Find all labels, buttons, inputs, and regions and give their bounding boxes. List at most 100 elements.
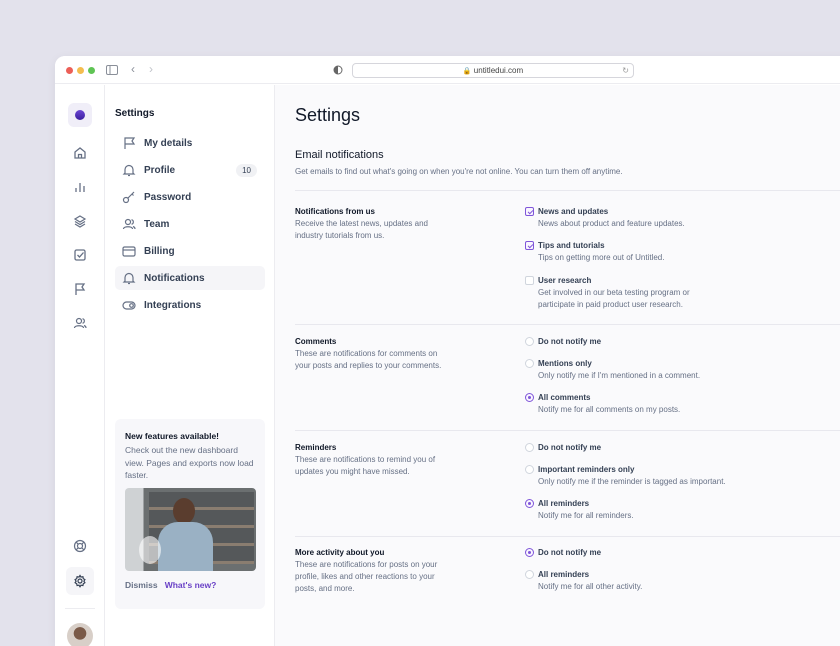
logo[interactable] — [68, 103, 92, 127]
radio[interactable] — [525, 393, 534, 402]
url-text: untitledui.com — [473, 66, 524, 75]
option-mentions-only[interactable]: Mentions only Only notify me if I'm menti… — [525, 359, 785, 382]
option-all-reminders[interactable]: All reminders Notify me for all reminders… — [525, 499, 785, 522]
option-label: News and updates — [538, 207, 609, 216]
option-label: Important reminders only — [538, 465, 635, 474]
bar-chart-icon[interactable] — [68, 175, 92, 199]
dismiss-button[interactable]: Dismiss — [125, 580, 158, 590]
option-label: All reminders — [538, 499, 590, 508]
layers-icon[interactable] — [68, 209, 92, 233]
nav-item-password[interactable]: Password — [115, 185, 265, 209]
flag-icon[interactable] — [68, 277, 92, 301]
option-user-research[interactable]: User research Get involved in our beta te… — [525, 276, 715, 311]
play-icon[interactable] — [139, 535, 161, 564]
nav-label: Password — [144, 191, 192, 203]
settings-nav: Settings My details Profile 10 Password T… — [105, 85, 275, 646]
divider — [295, 190, 840, 191]
nav-title: Settings — [115, 108, 155, 119]
checkbox[interactable] — [525, 241, 534, 250]
check-square-icon[interactable] — [68, 243, 92, 267]
option-all-comments[interactable]: All comments Notify me for all comments o… — [525, 393, 785, 416]
option-do-not-notify[interactable]: Do not notify me — [525, 548, 785, 557]
option-tips-and-tutorials[interactable]: Tips and tutorials Tips on getting more o… — [525, 241, 785, 264]
nav-item-notifications[interactable]: Notifications — [115, 266, 265, 290]
key-icon — [122, 191, 135, 204]
radio[interactable] — [525, 570, 534, 579]
group-description: These are notifications for comments on … — [295, 349, 442, 370]
option-label: All reminders — [538, 570, 590, 579]
group-title: Notifications from us — [295, 207, 376, 216]
radio[interactable] — [525, 443, 534, 452]
feature-video-thumbnail[interactable] — [125, 487, 256, 571]
group-more-activity: More activity about you These are notifi… — [295, 548, 642, 595]
checkbox[interactable] — [525, 207, 534, 216]
nav-label: Billing — [144, 245, 175, 257]
users-icon[interactable] — [68, 311, 92, 335]
option-news-and-updates[interactable]: News and updates News about product and f… — [525, 207, 785, 230]
nav-item-my-details[interactable]: My details — [115, 131, 265, 155]
radio[interactable] — [525, 337, 534, 346]
privacy-shield-icon[interactable] — [333, 65, 343, 75]
option-description: Only notify me if I'm mentioned in a com… — [538, 371, 701, 380]
section-title: Email notifications — [295, 149, 384, 161]
sidebar-toggle-icon[interactable] — [106, 65, 118, 75]
address-bar[interactable]: 🔒 untitledui.com ↻ — [352, 63, 634, 78]
card-text: Check out the new dashboard view. Pages … — [125, 445, 254, 480]
option-do-not-notify[interactable]: Do not notify me — [525, 337, 785, 346]
nav-item-billing[interactable]: Billing — [115, 239, 265, 263]
radio[interactable] — [525, 465, 534, 474]
group-description: These are notifications for posts on you… — [295, 560, 438, 593]
reload-icon[interactable]: ↻ — [622, 64, 629, 77]
nav-label: My details — [144, 137, 193, 149]
browser-window: ‹ › 🔒 untitledui.com ↻ Settings My detail… — [55, 56, 840, 646]
radio[interactable] — [525, 359, 534, 368]
nav-label: Profile — [144, 164, 176, 176]
users-icon — [122, 218, 136, 230]
option-all-reminders[interactable]: All reminders Notify me for all other act… — [525, 570, 785, 593]
profile-badge: 10 — [236, 163, 257, 177]
option-label: User research — [538, 276, 592, 285]
option-description: News about product and feature updates. — [538, 219, 685, 228]
option-important-reminders[interactable]: Important reminders only Only notify me i… — [525, 465, 785, 488]
back-icon[interactable]: ‹ — [131, 62, 135, 76]
option-label: All comments — [538, 393, 591, 402]
nav-item-integrations[interactable]: Integrations — [115, 293, 265, 317]
page-title: Settings — [295, 105, 361, 125]
divider — [295, 536, 840, 537]
maximize-window-button[interactable] — [88, 67, 95, 74]
settings-gear-icon[interactable] — [66, 567, 94, 595]
nav-label: Team — [144, 218, 170, 230]
card-title: New features available! — [125, 431, 220, 441]
credit-card-icon — [122, 246, 136, 257]
flag-icon — [124, 137, 136, 149]
option-do-not-notify[interactable]: Do not notify me — [525, 443, 785, 452]
checkbox[interactable] — [525, 276, 534, 285]
main-content: Settings Email notifications Get emails … — [275, 85, 840, 646]
close-window-button[interactable] — [66, 67, 73, 74]
divider — [295, 324, 840, 325]
nav-item-team[interactable]: Team — [115, 212, 265, 236]
radio[interactable] — [525, 548, 534, 557]
group-title: Comments — [295, 337, 337, 346]
new-features-card: New features available! Check out the ne… — [115, 419, 265, 609]
radio[interactable] — [525, 499, 534, 508]
option-description: Notify me for all comments on my posts. — [538, 405, 681, 414]
whats-new-link[interactable]: What's new? — [165, 580, 217, 590]
nav-label: Integrations — [144, 299, 202, 311]
home-icon[interactable] — [68, 141, 92, 165]
divider — [295, 430, 840, 431]
group-description: Receive the latest news, updates and ind… — [295, 219, 428, 240]
browser-titlebar: ‹ › 🔒 untitledui.com ↻ — [55, 56, 840, 84]
option-label: Do not notify me — [538, 337, 602, 346]
nav-item-profile[interactable]: Profile 10 — [115, 158, 265, 182]
forward-icon[interactable]: › — [149, 62, 153, 76]
support-icon[interactable] — [68, 534, 92, 558]
option-description: Get involved in our beta testing program… — [538, 288, 690, 309]
minimize-window-button[interactable] — [77, 67, 84, 74]
option-label: Mentions only — [538, 359, 592, 368]
group-comments: Comments These are notifications for com… — [295, 337, 700, 414]
option-label: Do not notify me — [538, 443, 602, 452]
user-avatar[interactable] — [67, 623, 93, 646]
option-description: Notify me for all reminders. — [538, 511, 634, 520]
group-reminders: Reminders These are notifications to rem… — [295, 443, 726, 520]
